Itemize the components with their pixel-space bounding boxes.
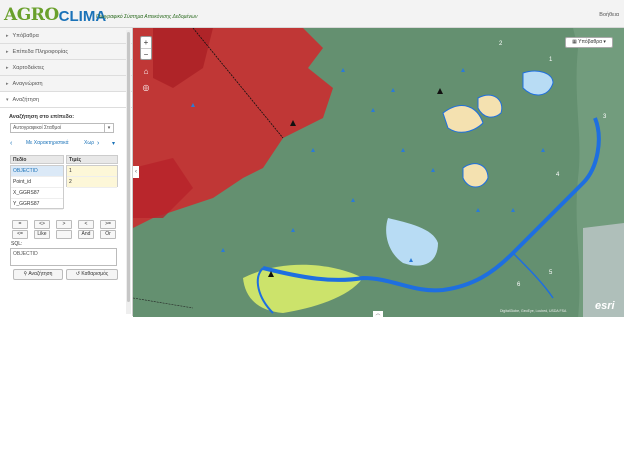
op-lte-button[interactable]: <=: [12, 230, 28, 239]
op-or-button[interactable]: Or: [100, 230, 116, 239]
logo-agro-text: AGRO: [4, 5, 59, 25]
fields-header: Πεδίο: [10, 155, 64, 164]
op-blank-button[interactable]: [56, 230, 72, 239]
search-icon: ⚲: [23, 271, 28, 277]
map-lake: [522, 70, 554, 96]
sidebar-item-label: Επίπεδα Πληροφορίας: [12, 48, 68, 55]
search-layer-label: Αναζήτηση στο επίπεδο:: [9, 114, 75, 120]
list-item[interactable]: Y_GGRS87: [11, 199, 63, 210]
op-gte-button[interactable]: >=: [100, 220, 116, 229]
fields-list[interactable]: OBJECTID Point_id X_GGRS87 Y_GGRS87: [10, 165, 64, 210]
expand-bottom-panel-button[interactable]: ︿: [373, 311, 383, 317]
sidebar-item-identify[interactable]: ▸ Αναγνώριση: [0, 76, 132, 92]
list-item[interactable]: 1: [67, 166, 117, 177]
tab-spatial[interactable]: Χωρ: [84, 140, 94, 146]
esri-logo: esri: [595, 300, 615, 312]
search-tabs: ‹ Με Χαρακτηριστικά Χωρ › ▾: [8, 139, 120, 149]
map-view[interactable]: 2 1 4 5 6 3: [133, 28, 624, 317]
layer-select-value: Αυτογραφικοί Σταθμοί: [13, 125, 62, 131]
app-header: AGRO CLIMA Γεωγραφικό Σύστημα Απεικόνιση…: [0, 0, 624, 28]
tab-characteristics[interactable]: Με Χαρακτηριστικά: [26, 140, 68, 146]
op-less-button[interactable]: <: [78, 220, 94, 229]
collapse-sidebar-button[interactable]: ‹: [133, 166, 139, 178]
op-greater-button[interactable]: >: [56, 220, 72, 229]
zoom-in-button[interactable]: +: [141, 37, 151, 48]
tab-next-icon[interactable]: ›: [97, 140, 99, 147]
field-value-table: Πεδίο Τιμές OBJECTID Point_id X_GGRS87 Y…: [10, 155, 118, 215]
chevron-right-icon: ▸: [6, 64, 9, 71]
list-item[interactable]: OBJECTID: [11, 166, 63, 177]
chevron-right-icon: ▸: [6, 80, 9, 87]
clear-button-label: Καθαρισμός: [81, 271, 109, 277]
app-tagline: Γεωγραφικό Σύστημα Απεικόνισης Δεδομένων: [96, 14, 198, 20]
scrollbar-thumb[interactable]: [127, 32, 130, 302]
op-equals-button[interactable]: =: [12, 220, 28, 229]
sidebar-item-label: Υπόβαθρα: [12, 32, 39, 39]
sidebar-item-bookmarks[interactable]: ▸ Χαρτοδείκτες: [0, 60, 132, 76]
undo-icon: ↺: [75, 271, 80, 277]
grid-icon: ▦: [572, 39, 577, 45]
sidebar-item-label: Αναζήτηση: [12, 96, 40, 103]
map-canvas: 2 1 4 5 6 3: [133, 28, 624, 317]
map-attribution: DigitalGlobe, GeoEye, i-cubed, USDA FSA: [500, 309, 567, 313]
op-like-button[interactable]: Like: [34, 230, 50, 239]
home-icon[interactable]: ⌂: [140, 66, 152, 78]
list-item[interactable]: Point_id: [11, 177, 63, 188]
agroclima-logo[interactable]: AGRO CLIMA: [4, 3, 106, 25]
chevron-down-icon: ▾: [603, 39, 606, 45]
op-notequal-button[interactable]: <>: [34, 220, 50, 229]
sql-label: SQL:: [11, 241, 23, 247]
sidebar-item-basemaps[interactable]: ▸ Υπόβαθρα: [0, 28, 132, 44]
list-item[interactable]: X_GGRS87: [11, 188, 63, 199]
sidebar-item-label: Αναγνώριση: [12, 80, 43, 87]
sidebar-item-label: Χαρτοδείκτες: [12, 64, 45, 71]
map-dotted-zone: [462, 163, 489, 188]
chevron-down-icon: ▾: [104, 124, 113, 132]
sidebar-scrollbar[interactable]: [126, 30, 131, 314]
help-link[interactable]: Βοήθεια: [599, 12, 619, 18]
clear-button[interactable]: ↺ Καθαρισμός: [66, 269, 118, 280]
chevron-right-icon: ▸: [6, 32, 9, 39]
values-list[interactable]: 1 2: [66, 165, 118, 188]
tab-prev-icon[interactable]: ‹: [10, 140, 12, 147]
op-and-button[interactable]: And: [78, 230, 94, 239]
sidebar-item-layers[interactable]: ▸ Επίπεδα Πληροφορίας: [0, 44, 132, 60]
values-header: Τιμές: [66, 155, 118, 164]
zoom-control: + −: [140, 36, 152, 60]
locate-icon[interactable]: ◎: [140, 82, 152, 94]
chevron-right-icon: ▸: [6, 48, 9, 55]
list-item[interactable]: 2: [67, 177, 117, 188]
sql-textarea[interactable]: OBJECTID: [10, 248, 117, 266]
basemap-dropdown-button[interactable]: ▦ Υπόβαθρα ▾: [565, 37, 613, 48]
search-button[interactable]: ⚲ Αναζήτηση: [13, 269, 63, 280]
chevron-down-icon: ▾: [6, 96, 9, 103]
tab-dropdown-icon[interactable]: ▾: [112, 140, 115, 147]
zoom-out-button[interactable]: −: [141, 48, 151, 59]
layer-select[interactable]: Αυτογραφικοί Σταθμοί ▾: [10, 123, 114, 133]
search-button-label: Αναζήτηση: [28, 271, 53, 277]
sidebar-item-search[interactable]: ▾ Αναζήτηση: [0, 92, 132, 108]
basemap-button-label: Υπόβαθρα: [578, 39, 602, 45]
